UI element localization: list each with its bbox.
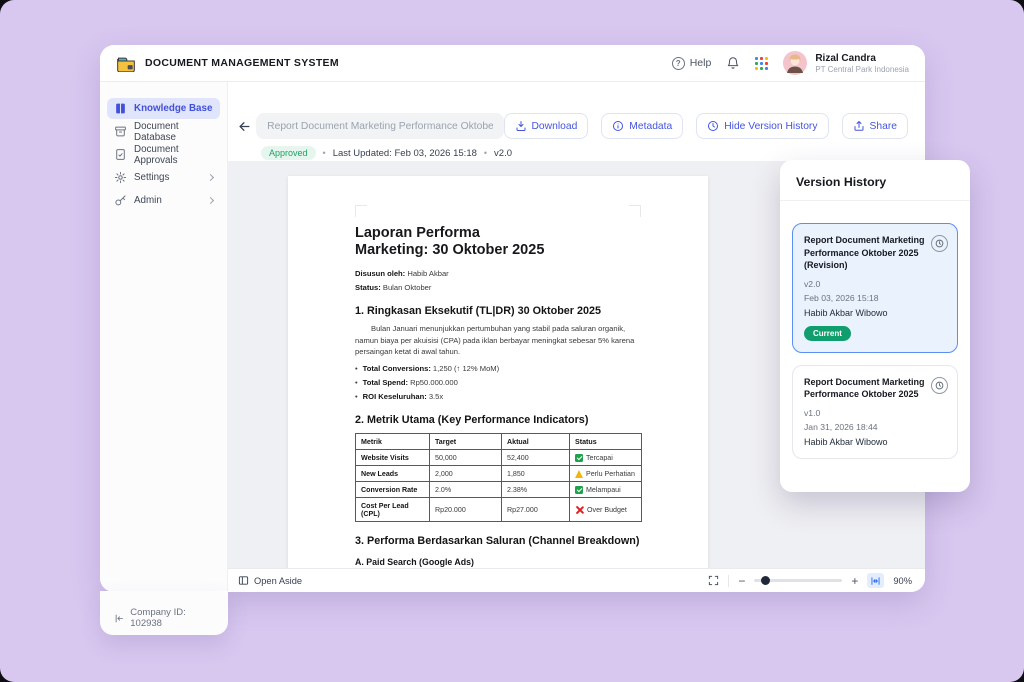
sidebar-item-admin[interactable]: Admin	[107, 190, 220, 211]
check-icon	[575, 454, 583, 462]
sidebar-item-settings[interactable]: Settings	[107, 167, 220, 188]
status-badge: Approved	[261, 146, 316, 160]
version-text: v2.0	[494, 148, 512, 159]
zoom-slider[interactable]	[754, 579, 842, 582]
viewer-bottom-bar: Open Aside − + 90%	[228, 568, 925, 592]
version-history-title: Version History	[780, 160, 970, 201]
version-date: Feb 03, 2026 15:18	[804, 293, 947, 303]
table-row: Cost Per Lead (CPL) Rp20.000 Rp27.000 Ov…	[356, 498, 642, 522]
version-date: Jan 31, 2026 18:44	[804, 422, 947, 432]
section-1-paragraph: Bulan Januari menunjukkan pertumbuhan ya…	[355, 323, 641, 357]
app-logo-folder-icon	[116, 55, 136, 72]
table-header-row: Metrik Target Aktual Status	[356, 434, 642, 450]
version-card-previous[interactable]: Report Document Marketing Performance Ok…	[792, 365, 958, 459]
zoom-level: 90%	[893, 576, 912, 586]
screenshot-canvas: DOCUMENT MANAGEMENT SYSTEM ? Help	[0, 0, 1024, 682]
section-3-heading: 3. Performa Berdasarkan Saluran (Channel…	[355, 535, 641, 547]
bullet-item: Total Conversions:1,250 (↑ 12% MoM)	[355, 364, 641, 373]
user-name: Rizal Candra	[815, 53, 909, 64]
clock-icon	[707, 120, 719, 132]
margin-corner-mark	[355, 205, 367, 217]
notifications-bell-icon[interactable]	[726, 56, 740, 70]
document-heading: Laporan Performa Marketing: 30 Oktober 2…	[355, 225, 641, 259]
help-button[interactable]: ? Help	[672, 57, 712, 70]
document-title-input[interactable]	[256, 113, 503, 139]
company-id-bar: Company ID: 102938	[100, 591, 228, 635]
sidebar-nav: Knowledge Base Document Database Documen…	[100, 82, 228, 592]
document-page: Laporan Performa Marketing: 30 Oktober 2…	[288, 176, 708, 568]
margin-corner-mark	[629, 205, 641, 217]
sidebar-item-document-database[interactable]: Document Database	[107, 121, 220, 142]
share-icon	[853, 120, 865, 132]
divider	[728, 575, 729, 587]
avatar	[783, 51, 807, 75]
download-icon	[515, 120, 527, 132]
user-company: PT Central Park Indonesia	[815, 65, 909, 74]
clock-icon	[935, 381, 944, 390]
app-header: DOCUMENT MANAGEMENT SYSTEM ? Help	[100, 45, 925, 82]
version-author: Habib Akbar Wibowo	[804, 308, 947, 318]
table-row: Website Visits 50,000 52,400 Tercapai	[356, 450, 642, 466]
arrow-left-icon	[237, 119, 252, 134]
version-number: v1.0	[804, 408, 947, 418]
share-button[interactable]: Share	[842, 113, 908, 139]
panel-left-icon	[238, 575, 249, 586]
version-number: v2.0	[804, 279, 947, 289]
zoom-slider-thumb[interactable]	[761, 576, 770, 585]
zoom-out-button[interactable]: −	[738, 575, 745, 587]
back-button[interactable]	[236, 115, 253, 137]
fit-width-button[interactable]	[867, 573, 884, 588]
document-toolbar: Download Metadata Hide Version History S…	[228, 113, 925, 139]
document-meta: Disusun oleh: Habib Akbar Status: Bulan …	[355, 269, 641, 292]
version-author: Habib Akbar Wibowo	[804, 437, 947, 447]
info-icon	[612, 120, 624, 132]
chevron-right-icon	[207, 174, 214, 181]
archive-icon	[114, 125, 127, 138]
app-title: DOCUMENT MANAGEMENT SYSTEM	[145, 57, 339, 69]
warning-icon	[575, 470, 583, 478]
version-clock-button[interactable]	[931, 235, 948, 252]
kpi-table: Metrik Target Aktual Status Website Visi…	[355, 433, 642, 522]
zoom-in-button[interactable]: +	[851, 575, 858, 587]
chevron-right-icon	[207, 197, 214, 204]
section-1-heading: 1. Ringkasan Eksekutif (TL|DR) 30 Oktobe…	[355, 305, 641, 317]
metadata-button[interactable]: Metadata	[601, 113, 683, 139]
collapse-left-icon[interactable]	[114, 613, 124, 624]
open-aside-button[interactable]: Open Aside	[238, 575, 302, 586]
bullet-item: Total Spend:Rp50.000.000	[355, 378, 641, 387]
clock-icon	[935, 239, 944, 248]
user-menu[interactable]: Rizal Candra PT Central Park Indonesia	[783, 51, 909, 75]
table-row: New Leads 2,000 1,850 Perlu Perhatian	[356, 466, 642, 482]
sidebar-item-knowledge-base[interactable]: Knowledge Base	[107, 98, 220, 119]
sidebar-item-document-approvals[interactable]: Document Approvals	[107, 144, 220, 165]
version-history-panel: Version History Report Document Marketin…	[780, 160, 970, 492]
gear-icon	[114, 171, 127, 184]
version-card-current[interactable]: Report Document Marketing Performance Ok…	[792, 223, 958, 353]
section-2-heading: 2. Metrik Utama (Key Performance Indicat…	[355, 414, 641, 426]
version-clock-button[interactable]	[931, 377, 948, 394]
hide-version-history-button[interactable]: Hide Version History	[696, 113, 828, 139]
apps-grid-icon[interactable]	[755, 57, 768, 70]
key-icon	[114, 194, 127, 207]
help-icon: ?	[672, 57, 685, 70]
version-title: Report Document Marketing Performance Ok…	[804, 234, 947, 272]
x-icon	[575, 505, 584, 514]
section-1-bullets: Total Conversions:1,250 (↑ 12% MoM) Tota…	[355, 364, 641, 401]
check-icon	[575, 486, 583, 494]
version-title: Report Document Marketing Performance Ok…	[804, 376, 947, 401]
current-badge: Current	[804, 326, 851, 341]
table-row: Conversion Rate 2.0% 2.38% Melampaui	[356, 482, 642, 498]
section-3-subheading: A. Paid Search (Google Ads)	[355, 557, 641, 567]
company-id-text: Company ID: 102938	[130, 607, 214, 629]
fit-width-icon	[870, 576, 881, 586]
document-status-row: Approved • Last Updated: Feb 03, 2026 15…	[228, 146, 925, 160]
bullet-item: ROI Keseluruhan:3.5x	[355, 392, 641, 401]
book-icon	[114, 102, 127, 115]
document-check-icon	[114, 148, 127, 161]
fullscreen-icon[interactable]	[708, 575, 719, 586]
last-updated-text: Last Updated: Feb 03, 2026 15:18	[333, 148, 477, 159]
download-button[interactable]: Download	[504, 113, 589, 139]
